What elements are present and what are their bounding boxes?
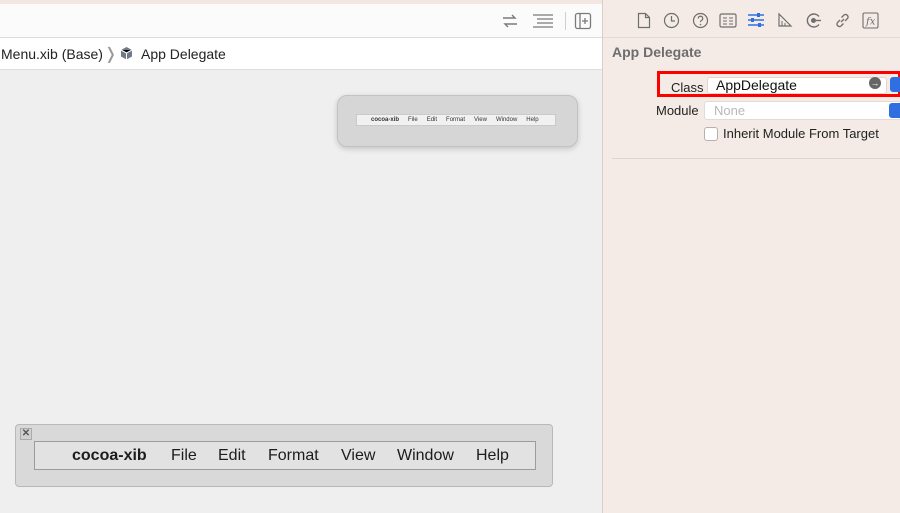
size-inspector-icon[interactable] xyxy=(775,10,795,30)
menu-item-edit[interactable]: Edit xyxy=(218,447,246,465)
inspector-panel: fx App Delegate Class AppDelegate → Modu… xyxy=(602,0,900,513)
history-inspector-icon[interactable] xyxy=(661,10,681,30)
menu-item-window[interactable]: Window xyxy=(397,447,454,465)
inspector-tabs: fx xyxy=(603,0,900,38)
connections-inspector-icon[interactable] xyxy=(803,10,823,30)
jump-bar: Menu.xib (Base) ❭ App Delegate xyxy=(0,38,602,70)
mini-menu-item: Edit xyxy=(426,117,438,123)
menu-item-format[interactable]: Format xyxy=(268,447,319,465)
menu-item-file[interactable]: File xyxy=(171,447,197,465)
mini-menu-item: File xyxy=(408,117,418,123)
attributes-inspector-icon[interactable] xyxy=(746,10,766,30)
main-menu-object[interactable]: ✕ cocoa-xib File Edit Format View Window… xyxy=(15,424,553,487)
inspector-title: App Delegate xyxy=(612,44,702,60)
menu-item-view[interactable]: View xyxy=(341,447,375,465)
effects-fx-icon[interactable]: fx xyxy=(860,10,880,30)
menu-preview-bar: cocoa-xib File Edit Format View Window H… xyxy=(356,114,556,126)
object-cube-icon xyxy=(119,46,134,64)
class-dropdown-button[interactable] xyxy=(890,77,900,92)
class-label: Class xyxy=(671,80,704,95)
close-icon[interactable]: ✕ xyxy=(20,428,32,440)
module-field[interactable]: None xyxy=(704,101,900,120)
mini-menu-item: Format xyxy=(446,117,466,123)
menu-item-app[interactable]: cocoa-xib xyxy=(72,447,147,465)
inherit-module-label: Inherit Module From Target xyxy=(723,126,879,141)
identity-inspector-icon[interactable] xyxy=(718,10,738,30)
mini-menu-item: View xyxy=(474,117,487,123)
bindings-link-icon[interactable] xyxy=(832,10,852,30)
go-to-arrow-icon[interactable]: → xyxy=(869,77,881,89)
inspector-divider xyxy=(612,158,900,159)
swap-arrows-icon[interactable] xyxy=(500,11,520,31)
align-lines-icon[interactable] xyxy=(531,11,555,31)
inherit-module-checkbox[interactable] xyxy=(704,127,718,141)
mini-menu-item: Help xyxy=(526,117,539,123)
menu-preview-window[interactable]: cocoa-xib File Edit Format View Window H… xyxy=(337,95,578,147)
menu-item-help[interactable]: Help xyxy=(476,447,509,465)
main-menu-bar: cocoa-xib File Edit Format View Window H… xyxy=(34,441,536,470)
class-row-highlight: Class AppDelegate → xyxy=(657,71,900,97)
toolbar-separator xyxy=(565,12,566,30)
editor-toolbar xyxy=(0,4,602,38)
chevron-right-icon: ❭ xyxy=(104,46,118,63)
svg-text:fx: fx xyxy=(865,16,876,27)
module-label: Module xyxy=(656,103,699,118)
editor-area: Menu.xib (Base) ❭ App Delegate cocoa-xib… xyxy=(0,0,602,513)
class-field[interactable]: AppDelegate xyxy=(707,77,887,94)
breadcrumb-file[interactable]: Menu.xib (Base) xyxy=(1,46,103,62)
mini-menu-item: Window xyxy=(495,117,518,123)
file-inspector-icon[interactable] xyxy=(634,10,654,30)
mini-menu-item: cocoa-xib xyxy=(371,117,400,123)
breadcrumb-item[interactable]: App Delegate xyxy=(141,46,226,62)
module-dropdown-button[interactable] xyxy=(889,103,900,118)
add-editor-icon[interactable] xyxy=(573,11,593,31)
help-inspector-icon[interactable] xyxy=(690,10,710,30)
